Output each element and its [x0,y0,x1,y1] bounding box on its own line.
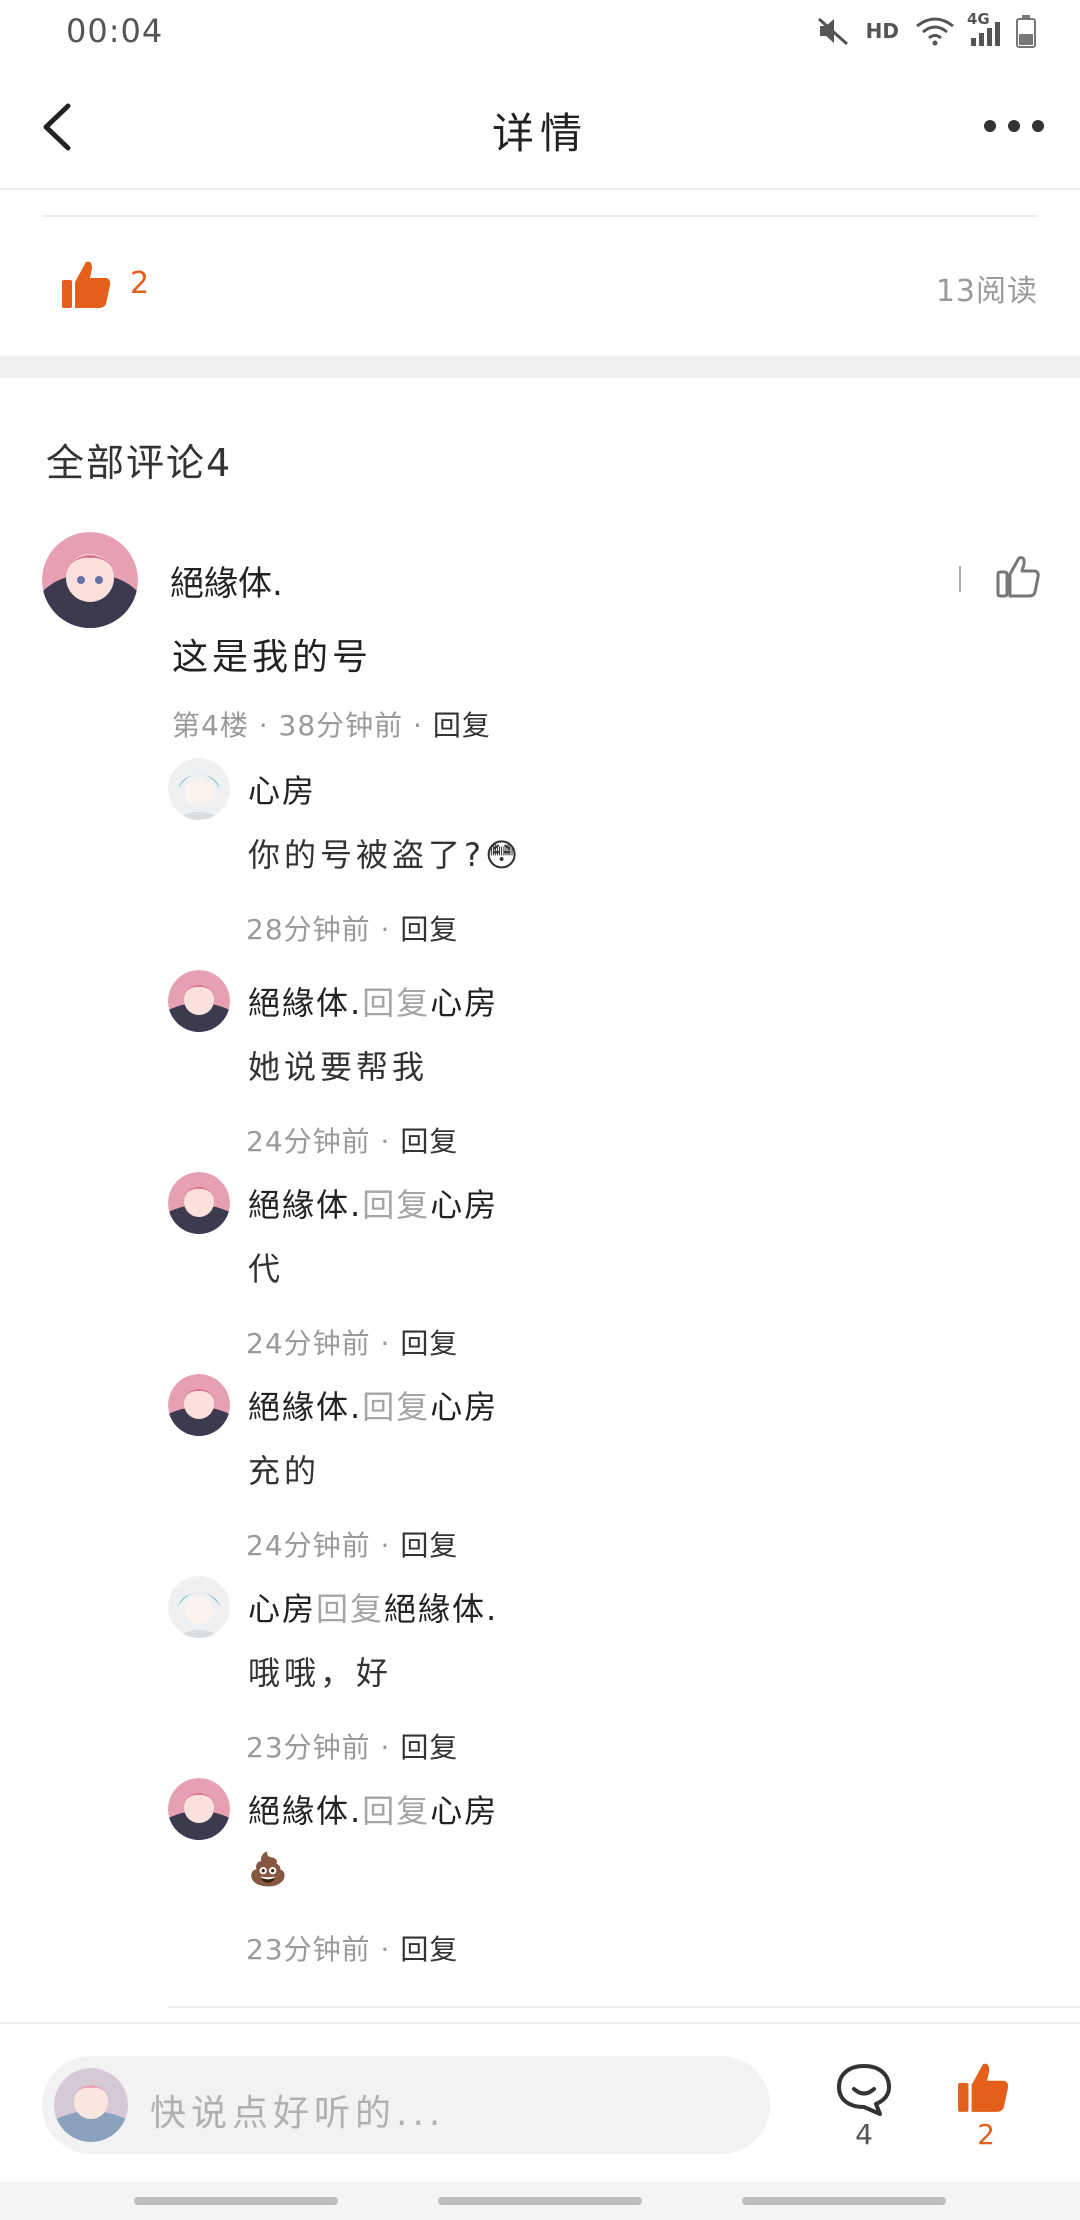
more-button[interactable] [984,104,1044,148]
reply-author[interactable]: 絕緣体. [248,984,362,1022]
hd-indicator: HD [865,19,899,43]
reply-meta: 24分钟前 · 回复 [246,1322,458,1362]
reply-meta: 24分钟前 · 回复 [246,1120,458,1160]
reply-item: 絕緣体.回复心房 💩 23分钟前 · 回复 [168,1778,1048,1978]
reply-header: 心房 [248,766,316,812]
divider [168,2006,1080,2008]
status-icons: HD 4G [816,10,1036,48]
reply-link[interactable]: 回复 [400,1529,458,1562]
reply-text: 你的号被盗了?😳 [248,836,523,874]
comment-author[interactable]: 絕緣体. [170,556,283,605]
post-stats: 2 13阅读 [0,250,1080,330]
wifi-icon [916,17,954,46]
avatar[interactable] [42,532,138,628]
reply-meta: 23分钟前 · 回复 [246,1928,458,1968]
comment-meta: 第4楼 · 38分钟前 · 回复 [172,704,491,744]
reply-to-label: 回复 [362,1388,431,1426]
reply-item: 心房回复絕緣体. 哦哦，好 23分钟前 · 回复 [168,1576,1048,1776]
reply-link[interactable]: 回复 [400,1731,458,1764]
reply-meta: 24分钟前 · 回复 [246,1524,458,1564]
like-count: 2 [977,2118,995,2151]
reply-header: 絕緣体.回复心房 [248,978,498,1024]
avatar[interactable] [168,1374,230,1436]
reply-time: 24分钟前 · [246,1125,401,1158]
avatar[interactable] [168,1172,230,1234]
network-label: 4G [967,10,990,28]
bottom-bar: 快说点好听的... 4 2 [0,2022,1080,2184]
reply-item: 心房 你的号被盗了?😳 28分钟前 · 回复 [168,758,1048,958]
reply-link[interactable]: 回复 [400,1327,458,1360]
comment-bubble-icon [837,2064,891,2116]
avatar[interactable] [168,1576,230,1638]
divider [42,215,1038,217]
reply-author[interactable]: 絕緣体. [248,1388,362,1426]
reply-header: 心房回复絕緣体. [248,1584,498,1630]
battery-icon [1016,15,1036,48]
reply-meta: 23分钟前 · 回复 [246,1726,458,1766]
nav-handle[interactable] [134,2197,338,2205]
thumbs-up-filled-icon[interactable] [60,258,112,310]
comment-floor-time: 第4楼 · 38分钟前 · [172,709,433,742]
comment-text: 这是我的号 [172,637,373,678]
reply-time: 24分钟前 · [246,1529,401,1562]
reply-target[interactable]: 絕緣体. [384,1590,498,1628]
reply-text: 💩 [248,1850,292,1888]
post-read-count: 13阅读 [935,274,1038,309]
reply-header: 絕緣体.回复心房 [248,1786,498,1832]
comment-count: 4 [855,2118,873,2151]
reply-link[interactable]: 回复 [400,1933,458,1966]
reply-to-label: 回复 [362,1792,431,1830]
reply-author[interactable]: 絕緣体. [248,1186,362,1224]
reply-to-label: 回复 [362,984,431,1022]
section-separator [0,356,1080,378]
reply-time: 23分钟前 · [246,1731,401,1764]
avatar [54,2068,128,2142]
status-bar: 00:04 HD 4G [0,0,1080,64]
nav-handle[interactable] [742,2197,946,2205]
reply-target[interactable]: 心房 [430,984,498,1022]
reply-text: 代 [248,1250,285,1288]
thumbs-up-filled-icon [958,2063,1009,2112]
thumbs-up-outline-icon [959,556,1040,598]
reply-author[interactable]: 心房 [248,1590,316,1628]
avatar[interactable] [168,1778,230,1840]
reply-item: 絕緣体.回复心房 充的 24分钟前 · 回复 [168,1374,1048,1574]
signal-icon: 4G [967,10,1000,46]
mute-icon [817,17,848,46]
comment-input-placeholder: 快说点好听的... [150,2093,446,2134]
reply-target[interactable]: 心房 [430,1186,498,1224]
avatar[interactable] [168,758,230,820]
nav-handle[interactable] [438,2197,642,2205]
status-time: 00:04 [66,12,164,50]
reply-meta: 28分钟前 · 回复 [246,908,458,948]
reply-author[interactable]: 絕緣体. [248,1792,362,1830]
reply-link[interactable]: 回复 [400,1125,458,1158]
reply-item: 絕緣体.回复心房 代 24分钟前 · 回复 [168,1172,1048,1372]
reply-target[interactable]: 心房 [430,1792,498,1830]
reply-time: 23分钟前 · [246,1933,401,1966]
reply-author[interactable]: 心房 [248,772,316,810]
post-like-count: 2 [130,266,150,301]
reply-time: 28分钟前 · [246,913,401,946]
reply-to-label: 回复 [316,1590,385,1628]
navigation-bar [0,2182,1080,2220]
reply-text: 她说要帮我 [248,1048,429,1086]
reply-to-label: 回复 [362,1186,431,1224]
reply-header: 絕緣体.回复心房 [248,1382,498,1428]
comment-input[interactable]: 快说点好听的... [42,2056,770,2154]
more-icon [984,120,996,132]
reply-target[interactable]: 心房 [430,1388,498,1426]
comments-heading: 全部评论4 [46,441,233,485]
reply-link[interactable]: 回复 [400,913,458,946]
reply-item: 絕緣体.回复心房 她说要帮我 24分钟前 · 回复 [168,970,1048,1170]
reply-text: 充的 [248,1452,321,1490]
page-title: 详情 [491,109,588,158]
header: 详情 [0,64,1080,190]
avatar[interactable] [168,970,230,1032]
reply-time: 24分钟前 · [246,1327,401,1360]
reply-header: 絕緣体.回复心房 [248,1180,498,1226]
reply-link[interactable]: 回复 [433,709,491,742]
reply-text: 哦哦，好 [248,1654,393,1692]
comment-like-button[interactable] [956,552,1040,602]
